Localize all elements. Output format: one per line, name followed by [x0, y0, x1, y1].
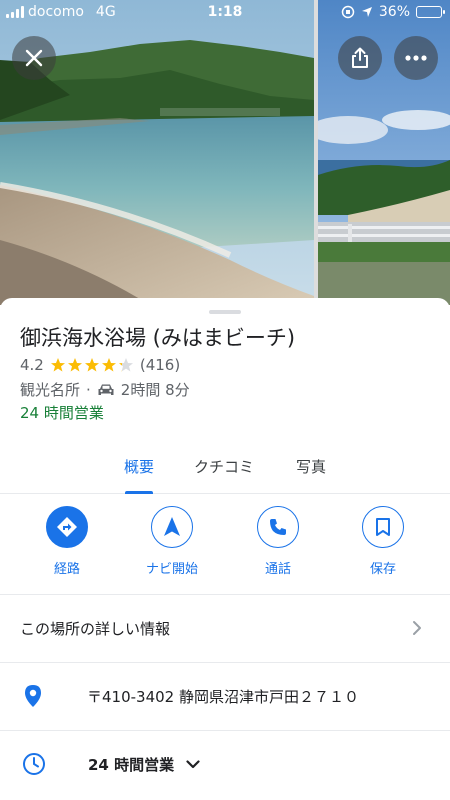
drag-handle[interactable] — [209, 310, 241, 314]
star-icon — [50, 358, 65, 372]
open-status: 24 時間営業 — [20, 404, 104, 422]
location-arrow-icon — [361, 7, 372, 17]
address-row[interactable]: 〒410-3402 静岡県沼津市戸田２７１０ — [0, 663, 450, 729]
clock-icon — [23, 753, 45, 775]
share-button[interactable] — [338, 36, 382, 80]
place-details-sheet: 御浜海水浴場 (みはまビーチ) 4.2 (416) 観光名所 · 2時間 8分 … — [0, 298, 450, 800]
directions-button[interactable]: 経路 — [27, 506, 107, 577]
place-title: 御浜海水浴場 (みはまビーチ) — [20, 326, 296, 350]
star-icon — [67, 358, 82, 372]
meta-row: 観光名所 · 2時間 8分 — [20, 379, 190, 400]
battery-icon — [416, 6, 445, 18]
meta-separator: · — [86, 380, 91, 399]
star-icon — [101, 358, 116, 372]
chevron-down-icon[interactable] — [186, 759, 200, 769]
save-label: 保存 — [369, 562, 396, 577]
star-icon — [84, 358, 99, 372]
close-icon — [25, 49, 43, 67]
battery-percent: 36% — [378, 4, 410, 20]
save-button[interactable]: 保存 — [343, 506, 423, 577]
tab-overview[interactable]: 概要 — [124, 456, 154, 477]
close-button[interactable] — [12, 36, 56, 80]
navigation-arrow-icon — [164, 517, 180, 536]
call-label: 通話 — [264, 562, 291, 577]
rating-value: 4.2 — [20, 356, 44, 374]
directions-icon — [57, 517, 77, 537]
orientation-lock-icon — [341, 5, 355, 19]
photo-carousel[interactable] — [0, 0, 450, 305]
share-icon — [352, 47, 368, 68]
address-text: 〒410-3402 静岡県沼津市戸田２７１０ — [87, 687, 359, 706]
chevron-right-icon — [413, 621, 421, 635]
start-navigation-label: ナビ開始 — [145, 562, 198, 577]
location-pin-icon — [25, 685, 41, 707]
call-button[interactable]: 通話 — [238, 506, 318, 577]
tab-photos[interactable]: 写真 — [296, 456, 326, 477]
car-icon — [98, 384, 114, 395]
review-count: (416) — [139, 356, 181, 374]
hours-text: 24 時間営業 — [88, 755, 175, 774]
directions-label: 経路 — [53, 562, 80, 577]
status-bar: docomo 4G 1:18 36% — [0, 0, 450, 26]
more-options-button[interactable] — [394, 36, 438, 80]
travel-time: 2時間 8分 — [120, 381, 190, 399]
more-horizontal-icon — [405, 55, 427, 61]
tab-reviews[interactable]: クチコミ — [194, 456, 254, 477]
tab-bar: 概要 クチコミ 写真 — [0, 450, 450, 494]
phone-icon — [270, 519, 286, 535]
active-tab-indicator — [125, 491, 153, 494]
bookmark-icon — [376, 518, 390, 536]
place-category: 観光名所 — [20, 381, 81, 399]
star-icon — [118, 358, 133, 372]
hours-row[interactable]: 24 時間営業 — [0, 731, 450, 797]
more-info-row[interactable]: この場所の詳しい情報 — [0, 595, 450, 661]
start-navigation-button[interactable]: ナビ開始 — [132, 506, 212, 577]
rating-row[interactable]: 4.2 (416) — [20, 356, 180, 374]
more-info-text: この場所の詳しい情報 — [20, 619, 171, 638]
action-buttons: 経路 ナビ開始 通話 保存 — [0, 506, 450, 590]
rating-stars — [50, 357, 134, 373]
